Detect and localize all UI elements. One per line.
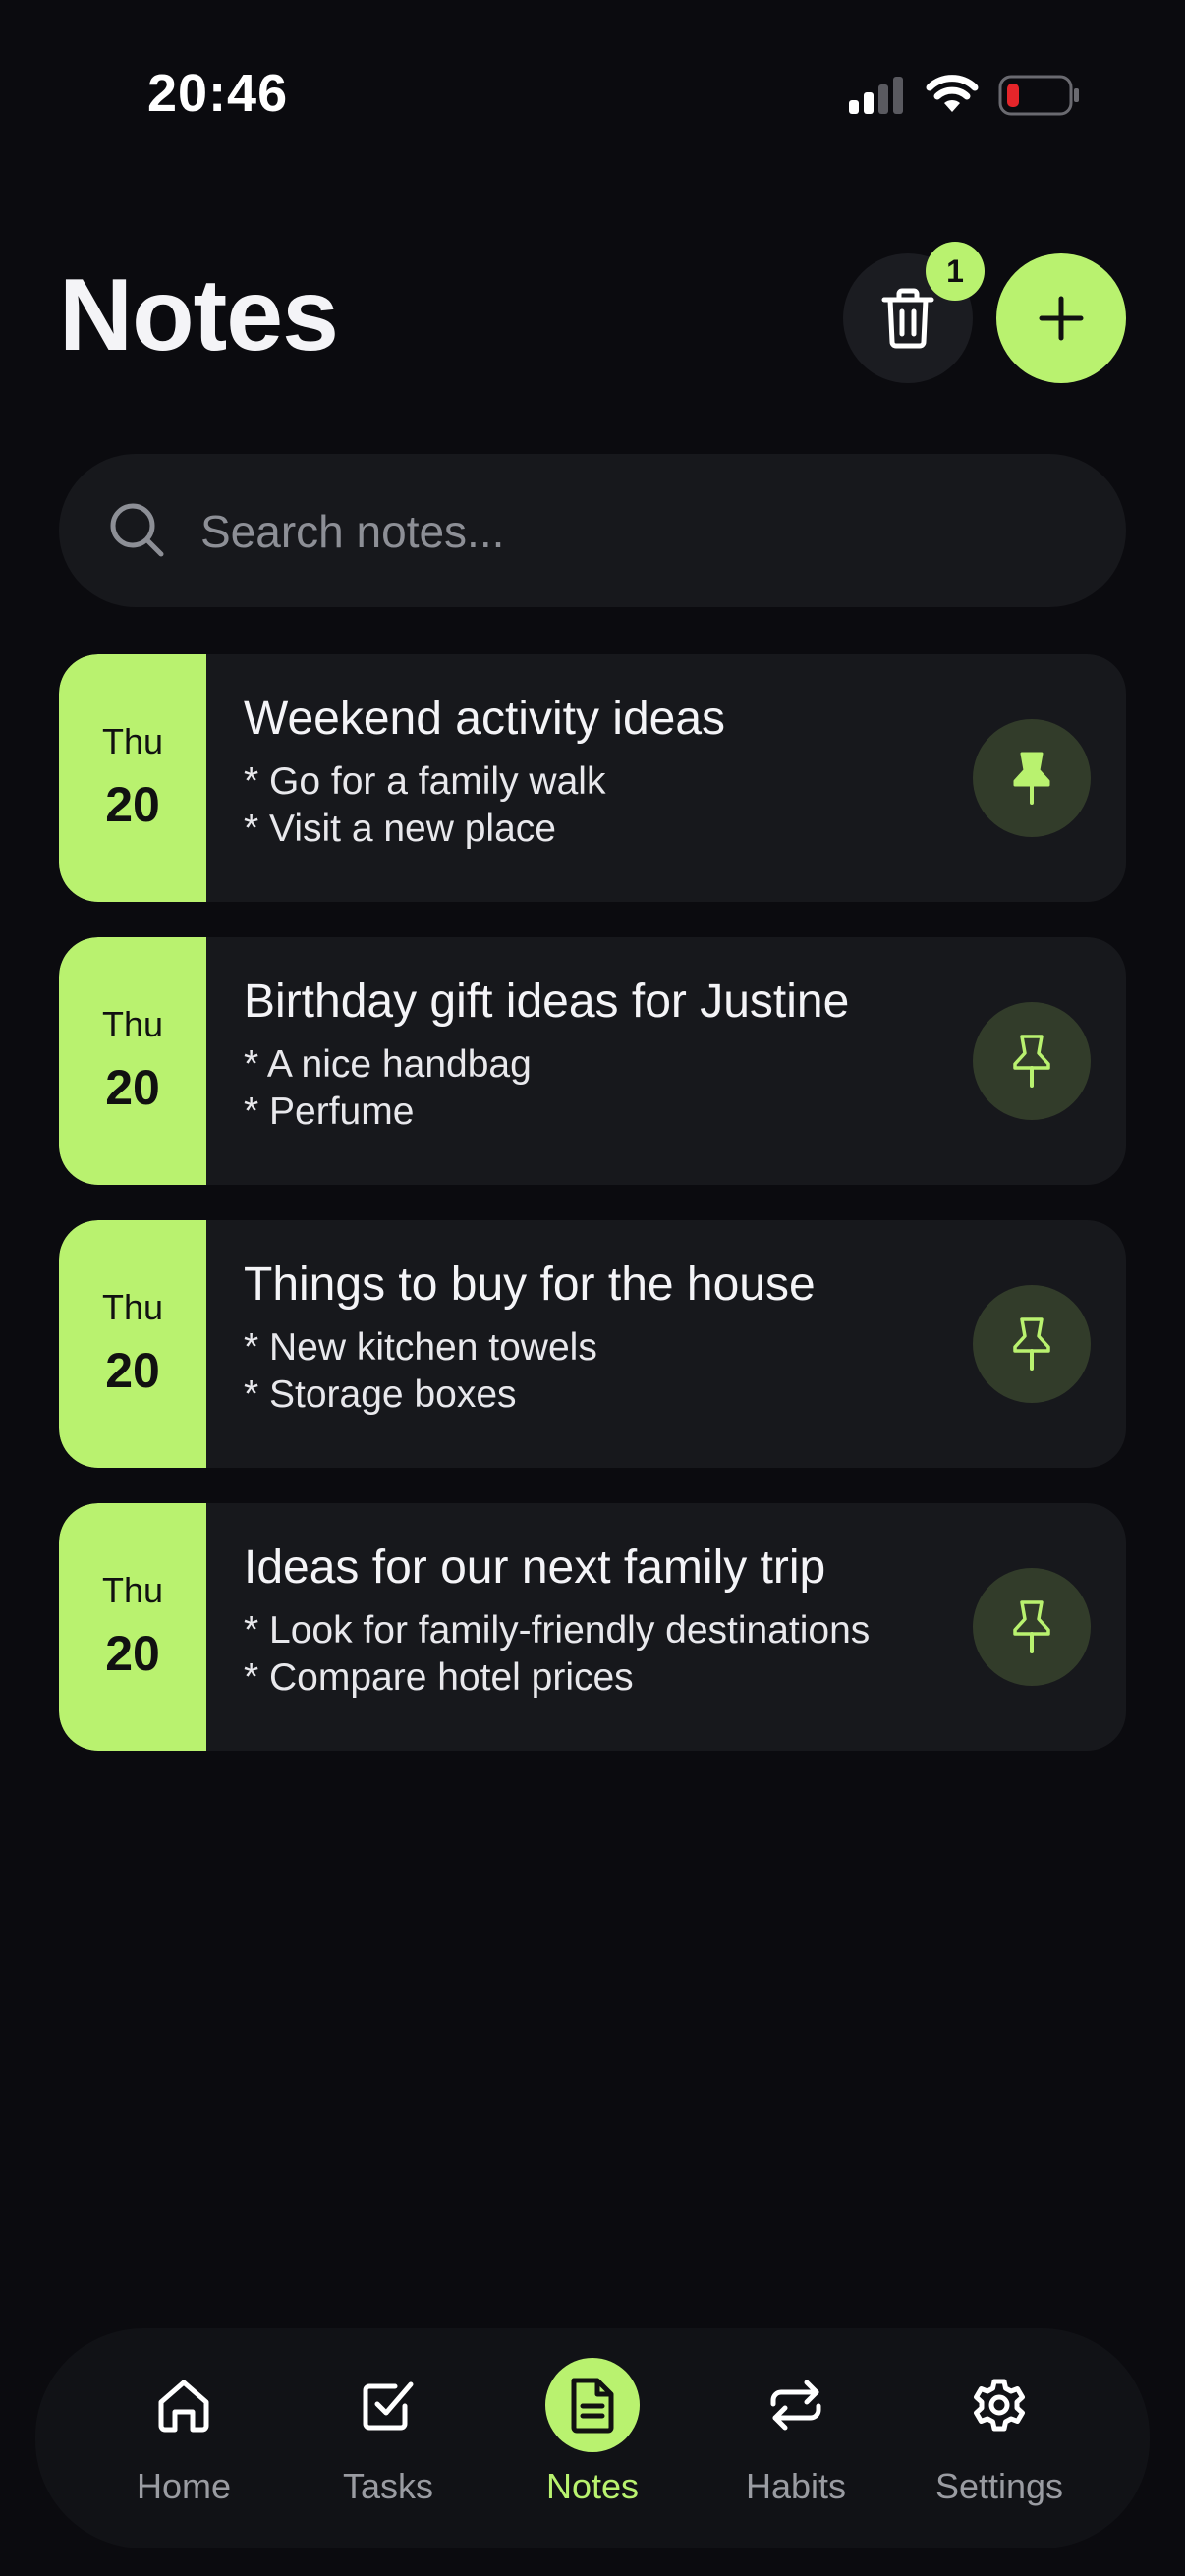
search-input[interactable] [198,493,1067,570]
note-card[interactable]: Thu 20 Things to buy for the house * New… [59,1220,1126,1468]
pin-button[interactable] [973,719,1091,837]
pin-button[interactable] [973,1568,1091,1686]
pin-button[interactable] [973,1285,1091,1403]
repeat-icon [770,2380,821,2431]
note-preview-line: * Perfume [244,1091,415,1133]
nav-label: Settings [934,2466,1064,2506]
nav-item-tasks[interactable]: Tasks [290,2328,486,2548]
nav-label: Tasks [342,2466,434,2506]
note-day: Thu [101,1570,164,1610]
note-title: Weekend activity ideas [244,693,726,745]
note-day: Thu [101,1004,164,1044]
gear-icon [974,2379,1025,2432]
note-date: 20 [105,777,160,832]
trash-icon [881,288,934,349]
note-title: Birthday gift ideas for Justine [244,976,850,1028]
note-preview-line: * Storage boxes [244,1373,517,1416]
note-date: 20 [105,1626,160,1681]
document-icon [571,2378,614,2434]
wifi-icon [926,75,979,112]
nav-label: Home [136,2466,232,2506]
pin-outline-icon [1013,1035,1050,1088]
status-bar: 20:46 [0,0,1185,196]
note-preview-line: * Go for a family walk [244,760,606,803]
bottom-nav: Home Tasks Notes Habits Settings [35,2328,1150,2548]
note-date: 20 [105,1060,160,1115]
note-date: 20 [105,1343,160,1398]
search-bar[interactable] [59,454,1126,607]
nav-label: Habits [745,2466,847,2506]
checkbox-icon [363,2381,414,2431]
note-preview-line: * Visit a new place [244,808,556,850]
battery-icon [998,75,1079,116]
note-card[interactable]: Thu 20 Birthday gift ideas for Justine *… [59,937,1126,1185]
nav-item-habits[interactable]: Habits [698,2328,894,2548]
note-preview-line: * Look for family-friendly destinations [244,1609,871,1652]
note-preview-line: * Compare hotel prices [244,1656,634,1699]
signal-icon [849,77,903,114]
trash-count-badge: 1 [926,242,985,301]
note-day: Thu [101,1287,164,1327]
pin-filled-icon [1013,752,1050,805]
add-note-button[interactable] [996,253,1126,383]
nav-item-notes[interactable]: Notes [494,2328,691,2548]
pin-button[interactable] [973,1002,1091,1120]
note-preview-line: * A nice handbag [244,1043,532,1086]
nav-label: Notes [545,2466,640,2506]
pin-outline-icon [1013,1600,1050,1653]
note-preview-line: * New kitchen towels [244,1326,597,1369]
status-time: 20:46 [147,64,289,123]
note-card[interactable]: Thu 20 Ideas for our next family trip * … [59,1503,1126,1751]
note-title: Things to buy for the house [244,1259,816,1311]
note-date-tab: Thu 20 [59,654,206,902]
pin-outline-icon [1013,1317,1050,1371]
note-date-tab: Thu 20 [59,937,206,1185]
nav-item-home[interactable]: Home [85,2328,282,2548]
note-card[interactable]: Thu 20 Weekend activity ideas * Go for a… [59,654,1126,902]
note-date-tab: Thu 20 [59,1503,206,1751]
search-icon [110,503,164,557]
plus-icon [1039,296,1084,341]
note-date-tab: Thu 20 [59,1220,206,1468]
nav-item-settings[interactable]: Settings [901,2328,1098,2548]
page-title: Notes [59,258,339,372]
note-day: Thu [101,721,164,761]
note-title: Ideas for our next family trip [244,1541,826,1594]
home-icon [158,2380,209,2433]
